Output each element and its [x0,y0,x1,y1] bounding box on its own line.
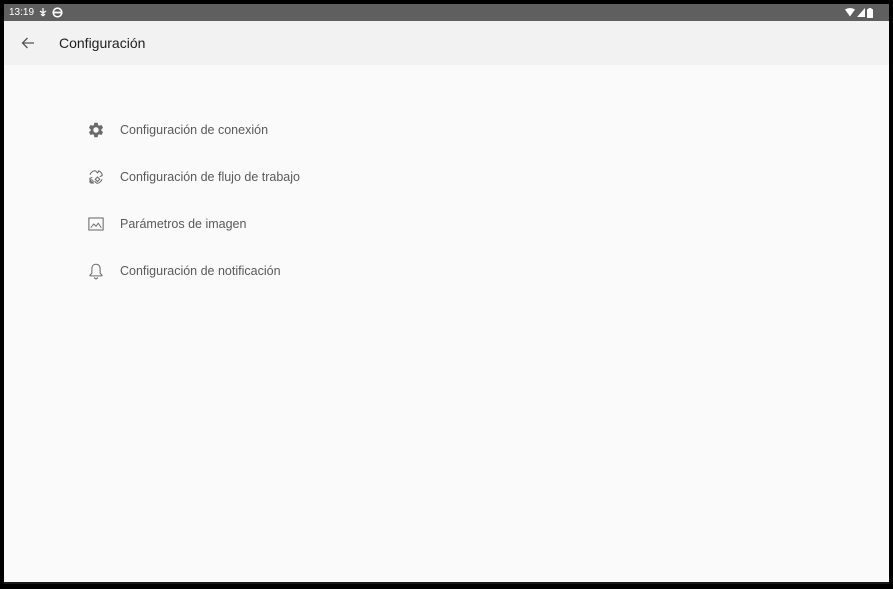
status-right [845,7,889,18]
gear-icon [82,116,110,144]
status-bar: 13:19 [4,4,889,21]
page-title: Configuración [59,35,146,51]
settings-item-label: Configuración de conexión [120,122,269,137]
image-icon [82,210,110,238]
workflow-icon [82,163,110,191]
settings-item-image[interactable]: Parámetros de imagen [82,200,482,247]
settings-item-connection[interactable]: Configuración de conexión [82,106,482,153]
settings-item-label: Parámetros de imagen [120,216,247,231]
settings-list: Configuración de conexión Configuración … [82,106,482,294]
settings-item-notification[interactable]: Configuración de notificación [82,247,482,294]
bottom-edge [4,582,889,584]
settings-item-workflow[interactable]: Configuración de flujo de trabajo [82,153,482,200]
wifi-icon [845,8,855,17]
arrow-left-icon [21,37,34,49]
device-screen: 13:19 Configuración Configuración de con… [4,4,889,584]
signal-icon [857,8,865,17]
bell-icon [82,257,110,285]
usb-icon [39,7,47,18]
back-button[interactable] [16,31,40,55]
status-left: 13:19 [4,7,63,18]
settings-item-label: Configuración de notificación [120,263,281,278]
settings-item-label: Configuración de flujo de trabajo [120,169,300,184]
sync-icon [52,7,63,18]
status-time: 13:19 [9,7,35,18]
app-bar: Configuración [4,21,889,65]
battery-icon [867,7,873,18]
